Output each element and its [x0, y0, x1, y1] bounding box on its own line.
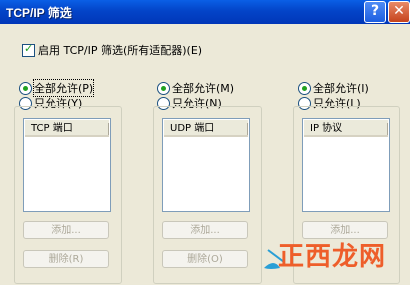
udp-allow-all-radio[interactable] — [157, 82, 170, 95]
help-icon: ? — [370, 3, 380, 19]
udp-allow-all-label[interactable]: 全部允许(M) — [172, 80, 234, 96]
column-separator — [387, 123, 388, 135]
tcp-list-header[interactable]: TCP 端口 — [25, 120, 109, 137]
udp-list-header[interactable]: UDP 端口 — [164, 120, 248, 137]
tcp-add-label: 添加... — [51, 225, 81, 236]
tcp-add-button[interactable]: 添加... — [23, 221, 109, 239]
title-bar: TCP/IP 筛选 ? ✕ — [0, 0, 410, 24]
tcp-list-header-label: TCP 端口 — [31, 123, 73, 134]
radio-selected-dot — [302, 86, 307, 91]
checkmark-icon: ✓ — [24, 42, 34, 55]
tcp-allow-all-radio[interactable] — [19, 82, 32, 95]
udp-remove-label: 删除(O) — [187, 254, 223, 265]
ip-allow-all-label[interactable]: 全部允许(I) — [313, 80, 369, 96]
tcp-remove-button[interactable]: 删除(R) — [23, 250, 109, 268]
udp-add-label: 添加... — [190, 225, 220, 236]
tcp-remove-label: 删除(R) — [48, 254, 84, 265]
watermark-logo: 正西龙网 — [260, 228, 410, 282]
watermark-text: 正西龙网 — [278, 242, 387, 272]
close-button[interactable]: ✕ — [388, 1, 410, 23]
column-separator — [247, 123, 248, 135]
radio-selected-dot — [23, 86, 28, 91]
help-button[interactable]: ? — [364, 1, 386, 23]
udp-list-header-label: UDP 端口 — [170, 123, 215, 134]
ip-list-header[interactable]: IP 协议 — [304, 120, 388, 137]
ip-allow-all-radio[interactable] — [298, 82, 311, 95]
window-title: TCP/IP 筛选 — [6, 6, 72, 20]
ip-protocol-list[interactable]: IP 协议 — [302, 118, 390, 212]
udp-remove-button[interactable]: 删除(O) — [162, 250, 248, 268]
ip-list-header-label: IP 协议 — [310, 123, 343, 134]
udp-add-button[interactable]: 添加... — [162, 221, 248, 239]
tcp-allow-all-label[interactable]: 全部允许(P) — [32, 79, 95, 97]
column-separator — [108, 123, 109, 135]
tcp-port-list[interactable]: TCP 端口 — [23, 118, 111, 212]
radio-selected-dot — [161, 86, 166, 91]
enable-filter-label: 启用 TCP/IP 筛选(所有适配器)(E) — [38, 44, 203, 57]
enable-filter-checkbox[interactable]: ✓ — [22, 42, 35, 57]
close-icon: ✕ — [393, 3, 405, 19]
udp-port-list[interactable]: UDP 端口 — [162, 118, 250, 212]
